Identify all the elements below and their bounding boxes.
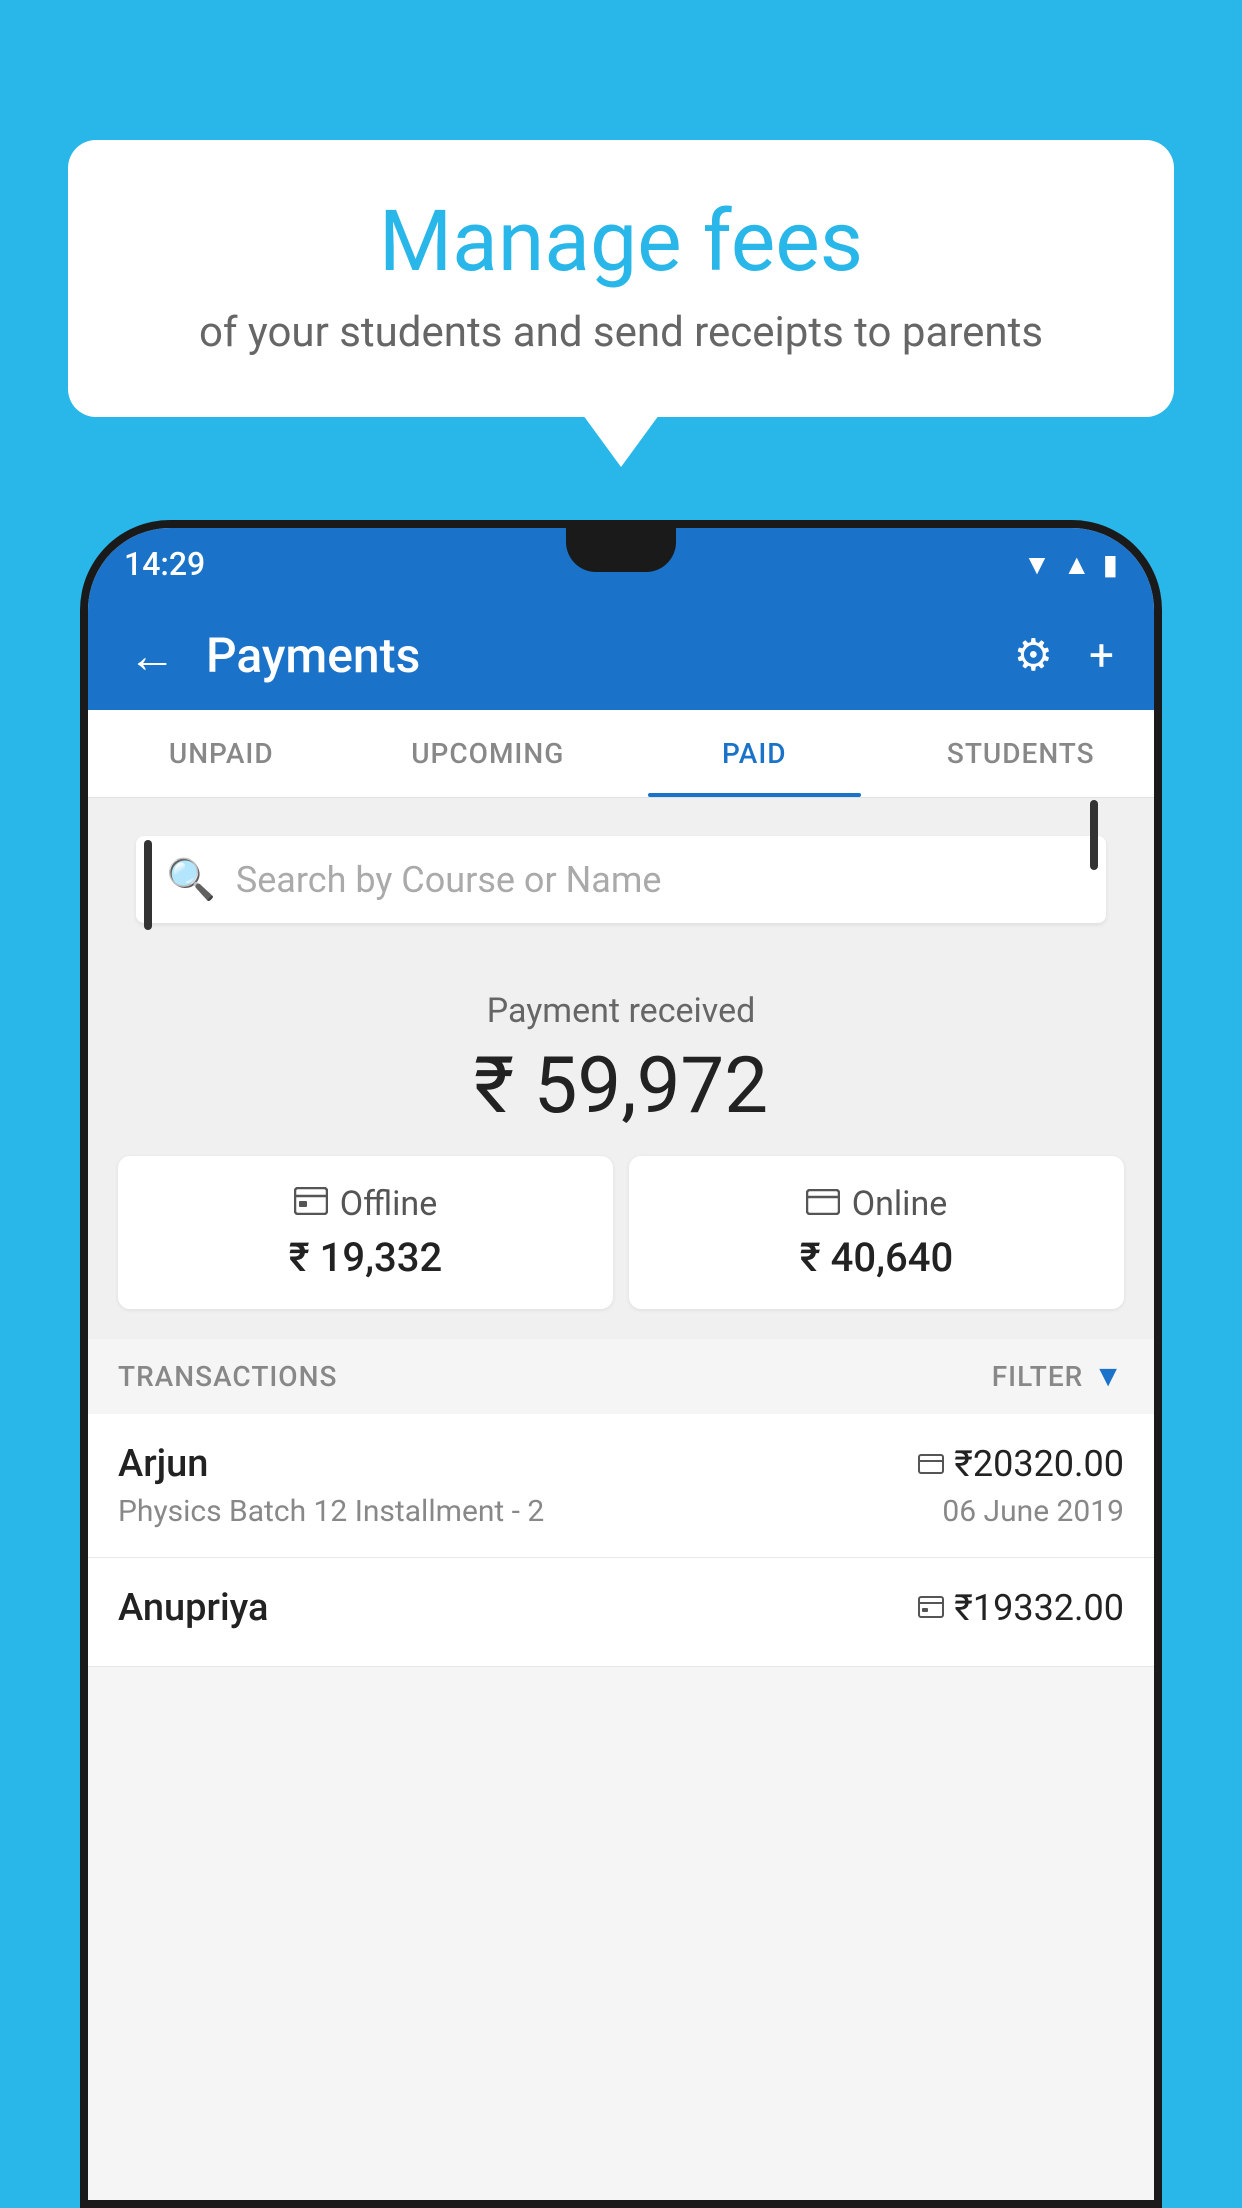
table-row[interactable]: Arjun ₹20320.00 Physics Batch 12 Install… bbox=[88, 1414, 1154, 1558]
table-row[interactable]: Anupriya ₹19332.00 bbox=[88, 1558, 1154, 1667]
search-icon: 🔍 bbox=[166, 856, 216, 903]
transaction-top-row: Anupriya ₹19332.00 bbox=[118, 1586, 1124, 1630]
back-button[interactable]: ← bbox=[118, 617, 186, 694]
speech-bubble-subtitle: of your students and send receipts to pa… bbox=[128, 308, 1114, 357]
transaction-date: 06 June 2019 bbox=[942, 1494, 1124, 1529]
signal-icon: ▲ bbox=[1063, 548, 1091, 581]
status-time: 14:29 bbox=[124, 545, 205, 583]
online-payment-card: Online ₹ 40,640 bbox=[629, 1156, 1124, 1309]
transactions-header: TRANSACTIONS FILTER ▼ bbox=[88, 1339, 1154, 1414]
offline-payment-type-icon bbox=[918, 1591, 944, 1626]
transaction-top-row: Arjun ₹20320.00 bbox=[118, 1442, 1124, 1486]
filter-label: FILTER bbox=[992, 1360, 1084, 1393]
filter-button[interactable]: FILTER ▼ bbox=[992, 1359, 1124, 1394]
transaction-amount-wrapper: ₹19332.00 bbox=[918, 1587, 1124, 1629]
speech-bubble: Manage fees of your students and send re… bbox=[68, 140, 1174, 417]
offline-amount: ₹ 19,332 bbox=[138, 1234, 593, 1281]
status-icons: ▼ ▲ ▮ bbox=[1023, 548, 1118, 581]
speech-bubble-title: Manage fees bbox=[128, 196, 1114, 288]
transaction-name: Arjun bbox=[118, 1442, 208, 1486]
offline-payment-icon bbox=[294, 1184, 328, 1224]
search-bar[interactable]: 🔍 Search by Course or Name bbox=[136, 836, 1106, 923]
notch bbox=[566, 528, 676, 572]
transaction-amount: ₹20320.00 bbox=[954, 1443, 1124, 1485]
settings-button[interactable]: ⚙ bbox=[1004, 619, 1063, 691]
app-bar: ← Payments ⚙ + bbox=[88, 600, 1154, 710]
offline-card-header: Offline bbox=[138, 1184, 593, 1224]
filter-icon: ▼ bbox=[1093, 1359, 1124, 1394]
payment-received-label: Payment received bbox=[118, 991, 1124, 1031]
app-bar-actions: ⚙ + bbox=[1004, 619, 1124, 691]
payment-summary: Payment received ₹ 59,972 Offline bbox=[88, 961, 1154, 1339]
online-card-header: Online bbox=[649, 1184, 1104, 1224]
tab-upcoming[interactable]: UPCOMING bbox=[355, 710, 622, 797]
online-amount: ₹ 40,640 bbox=[649, 1234, 1104, 1281]
phone-frame: 14:29 ▼ ▲ ▮ ← Payments ⚙ + UNPAID UPCOMI… bbox=[80, 520, 1162, 2208]
transaction-amount-wrapper: ₹20320.00 bbox=[918, 1443, 1124, 1485]
search-input[interactable]: Search by Course or Name bbox=[236, 859, 662, 901]
transaction-course: Physics Batch 12 Installment - 2 bbox=[118, 1494, 544, 1529]
payment-cards: Offline ₹ 19,332 Online ₹ 4 bbox=[118, 1156, 1124, 1309]
tab-students[interactable]: STUDENTS bbox=[888, 710, 1155, 797]
online-label: Online bbox=[852, 1184, 948, 1224]
tab-unpaid[interactable]: UNPAID bbox=[88, 710, 355, 797]
online-payment-icon bbox=[806, 1184, 840, 1224]
app-title: Payments bbox=[206, 627, 1004, 684]
transaction-amount: ₹19332.00 bbox=[954, 1587, 1124, 1629]
tab-paid[interactable]: PAID bbox=[621, 710, 888, 797]
phone-button-left bbox=[144, 840, 152, 930]
add-button[interactable]: + bbox=[1079, 619, 1124, 691]
transactions-label: TRANSACTIONS bbox=[118, 1360, 337, 1393]
payment-total-amount: ₹ 59,972 bbox=[118, 1041, 1124, 1132]
online-payment-type-icon bbox=[918, 1447, 944, 1482]
transaction-name: Anupriya bbox=[118, 1586, 268, 1630]
wifi-icon: ▼ bbox=[1023, 548, 1051, 581]
phone-screen: 14:29 ▼ ▲ ▮ ← Payments ⚙ + UNPAID UPCOMI… bbox=[88, 528, 1154, 2200]
transaction-bottom-row: Physics Batch 12 Installment - 2 06 June… bbox=[118, 1494, 1124, 1529]
battery-icon: ▮ bbox=[1103, 548, 1118, 581]
tabs: UNPAID UPCOMING PAID STUDENTS bbox=[88, 710, 1154, 798]
status-bar: 14:29 ▼ ▲ ▮ bbox=[88, 528, 1154, 600]
offline-payment-card: Offline ₹ 19,332 bbox=[118, 1156, 613, 1309]
offline-label: Offline bbox=[340, 1184, 437, 1224]
phone-button-right bbox=[1090, 800, 1098, 870]
